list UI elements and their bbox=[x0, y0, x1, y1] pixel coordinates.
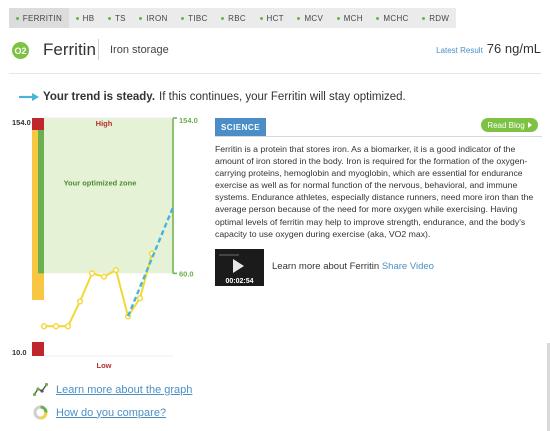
o2-logo-icon: O2 bbox=[12, 42, 29, 59]
donut-chart-icon bbox=[33, 405, 48, 420]
learn-graph-label: Learn more about the graph bbox=[56, 383, 193, 396]
data-point bbox=[100, 273, 108, 280]
tab-label: MCHC bbox=[383, 13, 409, 23]
tab-iron[interactable]: IRON bbox=[133, 8, 175, 28]
compare-link[interactable]: How do you compare? bbox=[33, 405, 166, 420]
science-description: Ferritin is a protein that stores iron. … bbox=[215, 144, 534, 239]
tab-mcv[interactable]: MCV bbox=[291, 8, 330, 28]
data-point bbox=[112, 266, 120, 274]
zone-top-label: 154.0 bbox=[179, 116, 198, 125]
y-min-label: 10.0 bbox=[12, 348, 27, 357]
tab-ts[interactable]: TS bbox=[101, 8, 132, 28]
tab-rdw[interactable]: RDW bbox=[415, 8, 456, 28]
video-duration: 00:02:54 bbox=[225, 278, 254, 285]
data-point bbox=[136, 295, 144, 302]
science-divider bbox=[215, 136, 542, 137]
status-dot-icon bbox=[376, 16, 380, 20]
trend-status: Your trend is steady. bbox=[43, 91, 156, 103]
zone-bottom-label: 60.0 bbox=[179, 269, 194, 278]
play-arrow-icon bbox=[527, 122, 532, 128]
tab-label: HB bbox=[82, 13, 95, 23]
tab-label: TIBC bbox=[188, 13, 208, 23]
share-video-link[interactable]: Share Video bbox=[382, 261, 434, 272]
low-label: Low bbox=[97, 361, 112, 370]
latest-result-value: 76 ng/mL bbox=[486, 41, 541, 56]
low-band bbox=[32, 342, 44, 356]
tab-hb[interactable]: HB bbox=[69, 8, 101, 28]
tab-rbc[interactable]: RBC bbox=[214, 8, 252, 28]
ferritin-trend-chart: 154.0 10.0 High Low Your optimized zone 154.0… bbox=[12, 116, 198, 370]
tab-ferritin[interactable]: FERRITIN bbox=[9, 8, 69, 28]
tab-label: FERRITIN bbox=[22, 13, 63, 23]
status-dot-icon bbox=[75, 16, 79, 20]
tab-science[interactable]: SCIENCE bbox=[215, 118, 266, 136]
video-thumbnail[interactable]: 00:02:54 bbox=[215, 249, 264, 286]
y-max-label: 154.0 bbox=[12, 118, 31, 127]
play-icon bbox=[233, 259, 244, 273]
status-dot-icon bbox=[259, 16, 263, 20]
tab-mchc[interactable]: MCHC bbox=[370, 8, 416, 28]
video-caption: Learn more about Ferritin Share Video bbox=[272, 261, 434, 272]
tab-label: IRON bbox=[146, 13, 168, 23]
arrow-right-icon bbox=[19, 93, 39, 101]
tab-tibc[interactable]: TIBC bbox=[174, 8, 214, 28]
status-dot-icon bbox=[139, 16, 143, 20]
tab-label: TS bbox=[114, 13, 126, 23]
optimal-band bbox=[38, 130, 44, 274]
biomarker-tabs: FERRITIN HB TS IRON TIBC RBC HCT MCV MCH MCHC RDW bbox=[9, 8, 456, 28]
data-point bbox=[40, 323, 48, 330]
latest-result: Latest Result 76 ng/mL bbox=[436, 41, 541, 56]
tab-label: RDW bbox=[429, 13, 450, 23]
data-point bbox=[52, 323, 60, 330]
video-label: Learn more about Ferritin bbox=[272, 261, 380, 272]
data-point bbox=[64, 323, 72, 330]
status-dot-icon bbox=[221, 16, 225, 20]
learn-graph-link[interactable]: Learn more about the graph bbox=[33, 382, 192, 397]
data-point bbox=[88, 270, 96, 277]
status-dot-icon bbox=[336, 16, 340, 20]
status-dot-icon bbox=[422, 16, 426, 20]
tab-label: MCH bbox=[343, 13, 363, 23]
optimized-zone bbox=[44, 118, 173, 274]
status-dot-icon bbox=[15, 16, 19, 20]
latest-result-label: Latest Result bbox=[436, 46, 483, 55]
data-point bbox=[76, 298, 84, 305]
page-title: Ferritin bbox=[43, 40, 96, 59]
zone-label: Your optimized zone bbox=[64, 179, 137, 188]
video-title-bar bbox=[219, 254, 239, 256]
header-divider bbox=[9, 73, 541, 74]
read-blog-label: Read Blog bbox=[487, 120, 525, 130]
tab-label: HCT bbox=[266, 13, 284, 23]
compare-label: How do you compare? bbox=[56, 406, 167, 419]
title-divider bbox=[98, 39, 99, 60]
status-dot-icon bbox=[297, 16, 301, 20]
tab-mch[interactable]: MCH bbox=[330, 8, 370, 28]
high-band bbox=[32, 118, 44, 130]
trend-message: Your trend is steady. If this continues,… bbox=[19, 91, 406, 103]
status-dot-icon bbox=[181, 16, 185, 20]
high-label: High bbox=[96, 119, 113, 128]
tab-label: MCV bbox=[304, 13, 324, 23]
tab-hct[interactable]: HCT bbox=[253, 8, 291, 28]
graph-icon bbox=[33, 382, 48, 397]
trend-detail: If this continues, your Ferritin will st… bbox=[159, 91, 406, 103]
read-blog-button[interactable]: Read Blog bbox=[481, 118, 538, 132]
tab-label: RBC bbox=[228, 13, 246, 23]
page-subtitle: Iron storage bbox=[110, 44, 169, 56]
status-dot-icon bbox=[107, 16, 111, 20]
